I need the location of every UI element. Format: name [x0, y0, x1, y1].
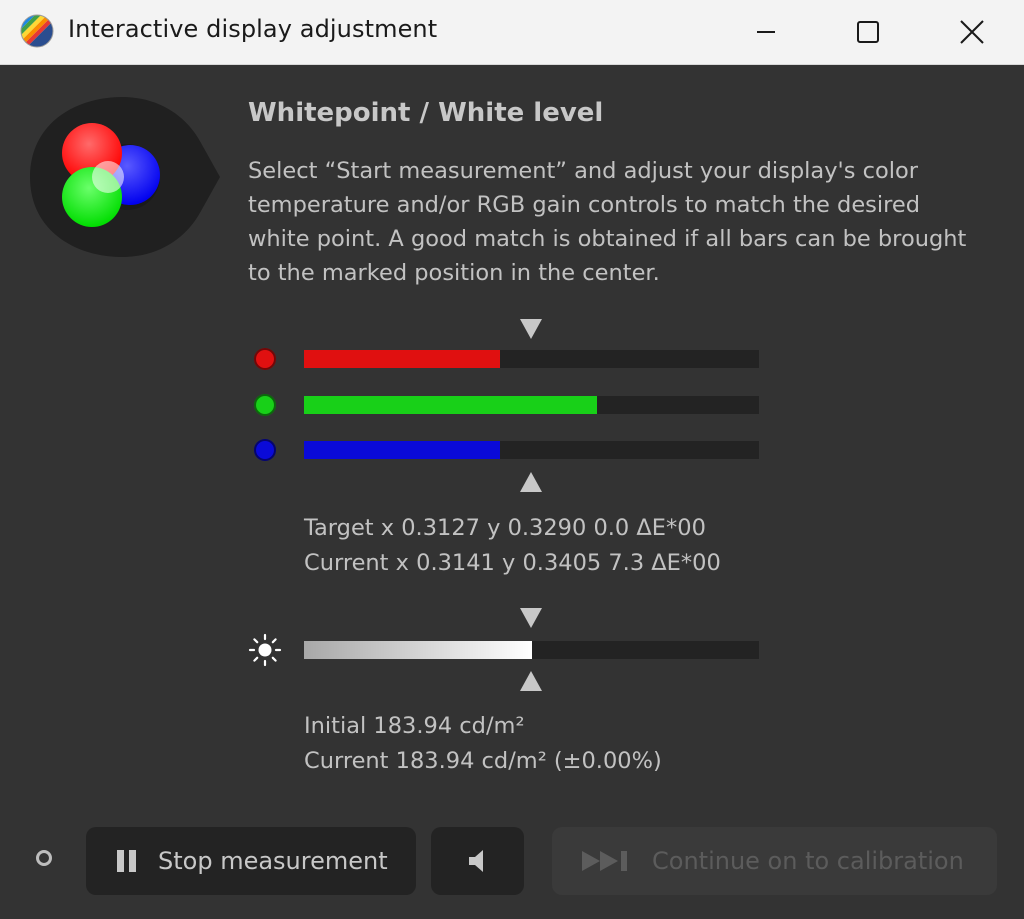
red-gain-bar — [304, 350, 759, 368]
speaker-icon — [468, 850, 483, 872]
instructions-text: Select “Start measurement” and adjust yo… — [248, 158, 967, 286]
luminance-bar — [304, 641, 759, 659]
rgb-circles-icon — [30, 97, 220, 257]
luminance-bar-fill — [304, 641, 532, 659]
title-bar: Interactive display adjustment — [0, 0, 1024, 65]
green-gain-bar — [304, 396, 759, 414]
target-whitepoint-text: Target x 0.3127 y 0.3290 0.0 ΔE*00 — [304, 515, 706, 541]
content-area: Whitepoint / White level Select “Start m… — [0, 65, 1024, 919]
maximize-button[interactable] — [816, 0, 920, 64]
stop-measurement-label: Stop measurement — [158, 847, 388, 875]
green-channel-indicator — [254, 394, 276, 416]
window-title: Interactive display adjustment — [68, 15, 438, 43]
luminance-target-marker-top — [520, 608, 542, 628]
maximize-icon — [857, 21, 879, 43]
sound-toggle-button[interactable] — [431, 827, 524, 895]
close-button[interactable] — [920, 0, 1024, 64]
rgb-target-marker-top — [520, 319, 542, 339]
green-gain-bar-fill — [304, 396, 598, 414]
rgb-target-marker-bottom — [520, 472, 542, 492]
luminance-target-marker-bottom — [520, 671, 542, 691]
minimize-button[interactable] — [714, 0, 818, 64]
red-channel-indicator — [254, 348, 276, 370]
close-icon — [960, 20, 984, 44]
continue-to-calibration-button[interactable]: Continue on to calibration — [552, 827, 997, 895]
sun-icon — [248, 633, 282, 667]
current-whitepoint-text: Current x 0.3141 y 0.3405 7.3 ΔE*00 — [304, 550, 721, 576]
continue-to-calibration-label: Continue on to calibration — [652, 847, 964, 875]
minimize-icon — [757, 31, 775, 33]
app-logo-icon — [20, 14, 54, 48]
page-title: Whitepoint / White level — [248, 98, 604, 128]
blue-channel-indicator — [254, 439, 276, 461]
stop-measurement-button[interactable]: Stop measurement — [86, 827, 416, 895]
red-gain-bar-fill — [304, 350, 500, 368]
measurement-status-indicator — [36, 850, 52, 866]
current-luminance-text: Current 183.94 cd/m² (±0.00%) — [304, 748, 662, 774]
blue-gain-bar — [304, 441, 759, 459]
skip-forward-icon — [582, 851, 627, 871]
pause-icon — [117, 850, 136, 872]
blue-gain-bar-fill — [304, 441, 500, 459]
initial-luminance-text: Initial 183.94 cd/m² — [304, 713, 525, 739]
